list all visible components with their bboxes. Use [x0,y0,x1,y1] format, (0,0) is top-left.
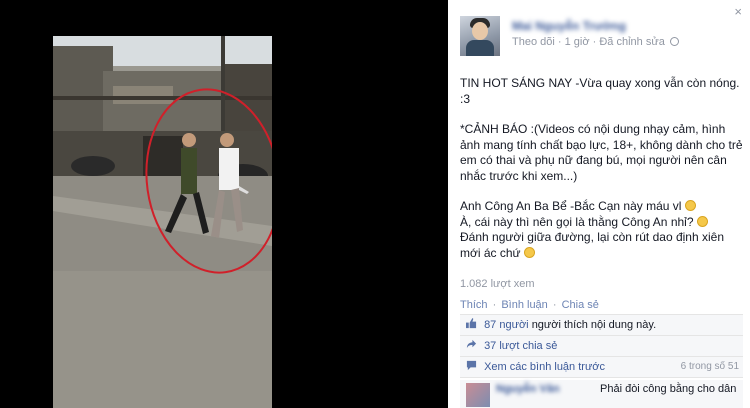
post-time[interactable]: 1 giờ [565,36,590,48]
smiley-emoji [684,200,696,211]
video-frame [53,36,272,408]
share-icon [466,339,477,349]
comment-link[interactable]: Bình luận [501,299,547,311]
post-meta: Theo dõi · 1 giờ · Đã chỉnh sửa [512,36,679,48]
action-links: Thích · Bình luận · Chia sẻ [460,299,599,311]
comment-icon [466,360,477,371]
post-paragraph: *CẢNH BÁO :(Videos có nội dung nhạy cảm,… [460,122,743,183]
commenter-avatar[interactable] [466,383,490,407]
globe-icon[interactable] [669,37,679,46]
likes-text: người thích nội dung này. [531,319,657,331]
likes-row: 87 người người thích nội dung này. [460,315,743,336]
video-player[interactable] [53,36,272,408]
feedback-box: 87 người người thích nội dung này. 37 lư… [460,314,743,378]
smiley-emoji [523,246,535,258]
follow-link[interactable]: Theo dõi [512,36,555,48]
comment-count: 6 trong số 51 [680,361,739,372]
like-link[interactable]: Thích [460,299,488,311]
edited-label[interactable]: Đã chỉnh sửa [599,36,664,48]
avatar[interactable] [460,16,500,56]
share-link[interactable]: Chia sẻ [562,299,599,311]
post-line: Đánh người giữa đường, lại còn rút dao đ… [460,230,724,260]
comment-item: Nguyễn Văn Phải đòi công bằng cho dân [460,380,743,408]
shares-row: 37 lượt chia sẻ [460,336,743,357]
likes-count[interactable]: 87 người [484,319,529,331]
smiley-emoji [696,215,708,227]
post-line: Anh Công An Ba Bể -Bắc Cạn này máu vl [460,199,745,215]
comment-text: Phải đòi công bằng cho dân [600,383,737,395]
post-line: À, cái này thì nên gọi là thằng Công An … [460,215,745,231]
commenter-name[interactable]: Nguyễn Văn [496,383,560,395]
post-panel: × Mai Nguyễn Trường Theo dõi · 1 giờ · Đ… [448,0,750,408]
post-body: TIN HOT SÁNG NAY -Vừa quay xong vẫn còn … [460,76,745,261]
like-icon [466,318,477,329]
post-header: Mai Nguyễn Trường Theo dõi · 1 giờ · Đã … [460,16,740,60]
shares-link[interactable]: 37 lượt chia sẻ [484,340,557,352]
view-count: 1.082 lượt xem [460,278,535,290]
author-name[interactable]: Mai Nguyễn Trường [512,19,626,33]
post-paragraph: TIN HOT SÁNG NAY -Vừa quay xong vẫn còn … [460,76,740,106]
previous-comments-row: Xem các bình luận trước 6 trong số 51 [460,357,743,378]
media-viewer [0,0,448,408]
view-previous-comments-link[interactable]: Xem các bình luận trước [484,361,605,373]
